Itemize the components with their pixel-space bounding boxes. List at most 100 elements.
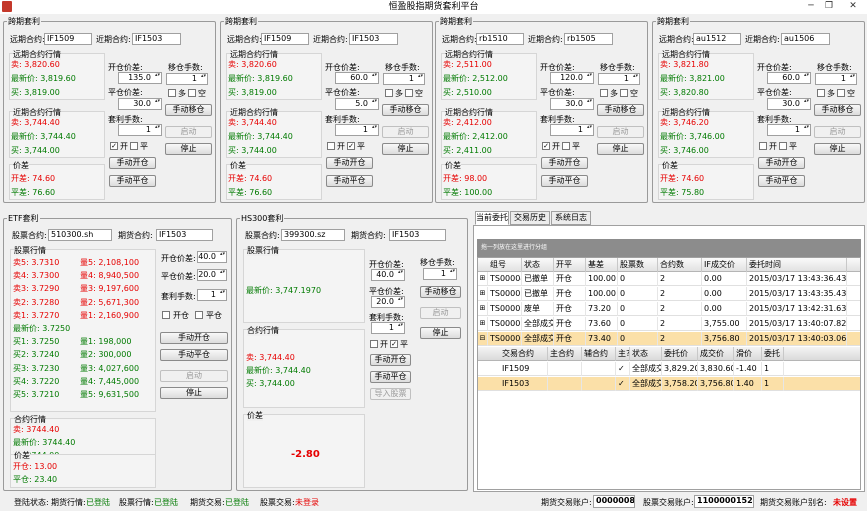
open-checkbox[interactable]: ✓ [110, 142, 118, 150]
close-checkbox[interactable]: ✓ [390, 340, 398, 348]
tab-system-log[interactable]: 系统日志 [551, 211, 591, 225]
orders-grid[interactable]: 组号 状态 开平 基差 股票数 合约数 IF成交价 委托时间 ⊞ TS00004 已撤单 开仓 100.… [477, 257, 861, 490]
close-checkbox[interactable] [195, 311, 203, 319]
manual-close-button[interactable]: 手动平仓 [370, 371, 411, 383]
close-checkbox[interactable]: ✓ [347, 142, 355, 150]
start-button[interactable]: 启动 [165, 126, 212, 138]
open-checkbox[interactable] [327, 142, 335, 150]
lots-stepper[interactable]: 1 [767, 124, 811, 136]
manual-move-button[interactable]: 手动移仓 [382, 104, 429, 116]
lots-stepper[interactable]: 1 [550, 124, 594, 136]
near-contract-input[interactable]: IF1503 [349, 33, 398, 45]
column-header[interactable]: 委托价 [662, 347, 698, 361]
close-checkbox[interactable] [779, 142, 787, 150]
table-row[interactable]: ⊟ TS00000 全部成交 开仓 73.40 0 2 3,756.80 2015/03/17 … [478, 332, 860, 346]
start-button[interactable]: 启动 [597, 126, 644, 138]
manual-move-button[interactable]: 手动移仓 [814, 104, 861, 116]
stop-button[interactable]: 停止 [420, 327, 461, 339]
long-checkbox[interactable] [817, 89, 825, 97]
expand-icon[interactable]: ⊞ [478, 272, 488, 286]
expand-icon[interactable]: ⊞ [478, 302, 488, 316]
detail-row[interactable]: IF1503 ✓全部成交3,758.2003,756.8001.401 [478, 377, 860, 391]
stop-button[interactable]: 停止 [160, 387, 228, 399]
stop-button[interactable]: 停止 [814, 143, 861, 155]
column-header[interactable]: IF成交价 [702, 258, 747, 272]
column-header[interactable]: 交易合约 [500, 347, 548, 361]
manual-open-button[interactable]: 手动开仓 [541, 157, 588, 169]
tab-current-orders[interactable]: 当前委托 [475, 211, 509, 225]
restore-icon[interactable]: ❐ [822, 0, 836, 12]
column-header[interactable]: 辅合约 [582, 347, 616, 361]
manual-move-button[interactable]: 手动移仓 [165, 104, 212, 116]
lots-stepper[interactable]: 1 [371, 322, 405, 334]
short-checkbox[interactable] [837, 89, 845, 97]
stop-button[interactable]: 停止 [382, 143, 429, 155]
open-price-stepper[interactable]: 40.0 [197, 251, 227, 263]
stop-button[interactable]: 停止 [597, 143, 644, 155]
move-lots-stepper[interactable]: 1 [383, 73, 425, 85]
column-header[interactable]: 滑价 [734, 347, 762, 361]
column-header[interactable]: 开平 [554, 258, 586, 272]
far-contract-input[interactable]: rb1510 [476, 33, 524, 45]
stop-button[interactable]: 停止 [165, 143, 212, 155]
open-checkbox[interactable] [759, 142, 767, 150]
lots-stepper[interactable]: 1 [118, 124, 162, 136]
manual-close-button[interactable]: 手动平仓 [541, 175, 588, 187]
futures-contract-input[interactable]: IF1503 [156, 229, 213, 241]
expand-icon[interactable]: ⊞ [478, 317, 488, 331]
column-header[interactable]: 状态 [630, 347, 662, 361]
column-header[interactable]: 委托 [762, 347, 784, 361]
manual-open-button[interactable]: 手动开仓 [326, 157, 373, 169]
expand-icon[interactable]: ⊞ [478, 287, 488, 301]
table-row[interactable]: ⊞ TS00001 全部成交 开仓 73.60 0 2 3,755.00 2015/03/17 … [478, 317, 860, 331]
close-price-stepper[interactable]: 20.0 [197, 269, 227, 281]
open-checkbox[interactable] [370, 340, 378, 348]
tab-trade-history[interactable]: 交易历史 [510, 211, 550, 225]
open-price-stepper[interactable]: 60.0 [335, 72, 379, 84]
close-price-stepper[interactable]: 5.0 [335, 98, 379, 110]
manual-open-button[interactable]: 手动开仓 [758, 157, 805, 169]
close-price-stepper[interactable]: 20.0 [371, 296, 405, 308]
open-checkbox[interactable] [162, 311, 170, 319]
detail-row[interactable]: IF1509 ✓全部成交3,829.2003,830.600-1.401 [478, 362, 860, 376]
column-header[interactable]: 委托时间 [747, 258, 847, 272]
column-header[interactable]: 组号 [488, 258, 522, 272]
short-checkbox[interactable] [405, 89, 413, 97]
near-contract-input[interactable]: IF1503 [132, 33, 181, 45]
column-header[interactable]: 主合约 [548, 347, 582, 361]
table-row[interactable]: ⊞ TS00003 已撤单 开仓 100.00 0 2 0.00 2015/03/17 13:4… [478, 287, 860, 301]
manual-close-button[interactable]: 手动平仓 [160, 349, 228, 361]
move-lots-stepper[interactable]: 1 [815, 73, 857, 85]
move-lots-stepper[interactable]: 1 [166, 73, 208, 85]
column-header[interactable]: 合约数 [658, 258, 702, 272]
manual-open-button[interactable]: 手动开仓 [370, 354, 411, 366]
open-price-stepper[interactable]: 60.0 [767, 72, 811, 84]
open-checkbox[interactable]: ✓ [542, 142, 550, 150]
manual-move-button[interactable]: 手动移仓 [597, 104, 644, 116]
manual-close-button[interactable]: 手动平仓 [758, 175, 805, 187]
futures-contract-input[interactable]: IF1503 [389, 229, 446, 241]
table-row[interactable]: ⊞ TS00004 已撤单 开仓 100.00 0 2 0.00 2015/03/17 13:4… [478, 272, 860, 286]
stock-contract-input[interactable]: 510300.sh [48, 229, 112, 241]
stock-contract-input[interactable]: 399300.sz [281, 229, 345, 241]
start-button[interactable]: 启动 [420, 307, 461, 319]
far-contract-input[interactable]: IF1509 [44, 33, 92, 45]
close-price-stepper[interactable]: 30.0 [118, 98, 162, 110]
close-icon[interactable]: ✕ [846, 0, 860, 12]
table-row[interactable]: ⊞ TS00002 废单 开仓 73.20 0 2 0.00 2015/03/17 13:42:… [478, 302, 860, 316]
near-contract-input[interactable]: rb1505 [564, 33, 613, 45]
lots-stepper[interactable]: 1 [335, 124, 379, 136]
minimize-icon[interactable]: ─ [804, 0, 818, 12]
open-price-stepper[interactable]: 135.0 [118, 72, 162, 84]
manual-open-button[interactable]: 手动开仓 [160, 332, 228, 344]
near-contract-input[interactable]: au1506 [781, 33, 830, 45]
start-button[interactable]: 启动 [382, 126, 429, 138]
far-contract-input[interactable]: au1512 [693, 33, 741, 45]
open-price-stepper[interactable]: 120.0 [550, 72, 594, 84]
column-header[interactable]: 状态 [522, 258, 554, 272]
long-checkbox[interactable] [385, 89, 393, 97]
short-checkbox[interactable] [188, 89, 196, 97]
long-checkbox[interactable] [168, 89, 176, 97]
manual-move-button[interactable]: 手动移仓 [420, 286, 461, 298]
collapse-icon[interactable]: ⊟ [478, 332, 488, 346]
